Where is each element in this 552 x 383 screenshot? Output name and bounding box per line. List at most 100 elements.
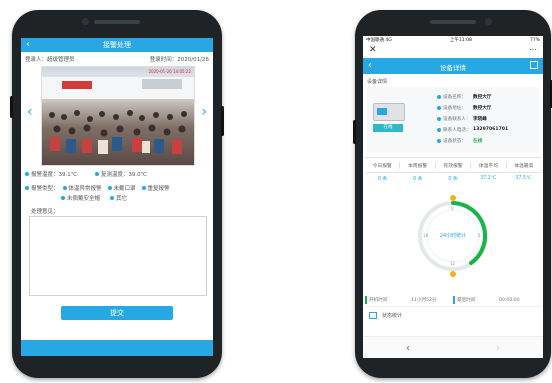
footer-link-row[interactable]: 状态统计 xyxy=(369,312,402,319)
option-other[interactable]: 其它 xyxy=(116,194,127,202)
nav-forward-icon[interactable]: › xyxy=(496,343,500,354)
field-row: 设备名称： 数控大厅 xyxy=(437,91,508,102)
bottom-bar xyxy=(21,340,213,356)
device-fields: 设备名称： 数控大厅 设备地址： 数控大厅 设备联系人： 李晓峰 联系人电话： … xyxy=(437,91,508,146)
volume-button xyxy=(10,96,13,118)
bottom-nav: ‹ › xyxy=(363,336,543,358)
option-no-mask[interactable]: 未戴口罩 xyxy=(114,184,136,192)
field-value: 在线 xyxy=(473,138,483,144)
bullet-icon xyxy=(94,172,99,176)
stats-value-row: 0 条 0 条 0 条 37.2℃ 37.5℃ xyxy=(365,173,541,183)
stat-header: 体温平均 xyxy=(471,161,507,169)
tab-last-time-value: 00:00:00 xyxy=(499,297,520,303)
field-label: 联系人电话： xyxy=(443,127,471,133)
note-label: 处理意见： xyxy=(31,209,59,215)
note-label-row: 处理意见： xyxy=(31,207,59,215)
app-header: ‹ 设备详情 xyxy=(363,58,543,74)
crowd-image xyxy=(42,77,194,154)
footer-link[interactable]: 状态统计 xyxy=(382,312,402,319)
stat-header: 今日报警 xyxy=(365,161,401,169)
field-row: 设备地址： 数控大厅 xyxy=(437,102,508,113)
gauge-tick-18: 18 xyxy=(423,233,429,238)
section-title: 设备详情 xyxy=(367,79,388,85)
field-label: 设备地址： xyxy=(443,105,466,111)
stats-icon xyxy=(369,312,377,319)
name-icon xyxy=(437,94,441,99)
alarm-type-options: 报警类型： 体温异常报警 未戴口罩 重复报警 xyxy=(25,184,211,192)
tab-start-time-value: 11小时52分 xyxy=(411,298,437,303)
field-value[interactable]: 13297061701 xyxy=(473,127,508,132)
gauge-tick-12: 12 xyxy=(450,261,456,266)
device-screen xyxy=(377,108,387,115)
battery: 77% xyxy=(529,37,540,43)
field-label: 设备联系人： xyxy=(443,116,471,122)
close-icon[interactable]: ✕ xyxy=(369,45,377,55)
location-icon xyxy=(437,105,441,110)
right-screen: 中国联通 4G 上午11:08 77% ✕ ⋯ ‹ 设备详情 设备详情 在线 设… xyxy=(363,36,543,358)
device-status-badge: 在线 xyxy=(373,124,403,132)
radio-icon[interactable] xyxy=(107,186,112,190)
field-row: 联系人电话： 13297061701 xyxy=(437,124,508,135)
speaker-grille xyxy=(430,20,476,24)
meta-row: 登录人：超级管理员 登录时间：2020/01/26 xyxy=(25,55,209,63)
tab-start-time-label[interactable]: 开机时间 xyxy=(369,297,411,303)
stat-value: 0 条 xyxy=(413,176,423,182)
radio-icon[interactable] xyxy=(110,196,115,200)
option-repeat[interactable]: 重复报警 xyxy=(148,184,170,192)
tab-marker xyxy=(365,296,367,304)
nav-back-icon[interactable]: ‹ xyxy=(406,343,410,354)
power-button xyxy=(221,106,224,136)
submit-button[interactable]: 提交 xyxy=(61,306,173,320)
app-header: ‹ 接警处理 xyxy=(21,38,213,52)
field-label: 设备状态： xyxy=(443,138,466,144)
retest-temp: 复测温度：39.0℃ xyxy=(100,172,147,178)
alarm-type-options-row2: 未佩戴安全帽 其它 xyxy=(61,194,211,202)
readings-row: 报警温度：39.1℃ 复测温度：39.0℃ xyxy=(25,170,209,178)
front-camera xyxy=(485,18,492,25)
note-textarea[interactable] xyxy=(29,216,207,296)
stat-value: 37.2℃ xyxy=(480,175,497,181)
volume-button xyxy=(353,120,356,144)
gauge-tick-6: 6 xyxy=(478,233,481,238)
stat-header: 体温最高 xyxy=(514,163,534,169)
more-icon[interactable]: ⋯ xyxy=(529,45,537,54)
field-value: 李晓峰 xyxy=(473,116,487,122)
alarm-photo[interactable]: 2020-01-26 14:05:22 xyxy=(42,67,194,165)
device-card: 在线 设备名称： 数控大厅 设备地址： 数控大厅 设备联系人： 李晓峰 联系人电… xyxy=(367,87,539,153)
field-row: 设备联系人： 李晓峰 xyxy=(437,113,508,124)
radio-icon[interactable] xyxy=(62,186,67,190)
radio-icon[interactable] xyxy=(61,196,65,200)
stat-header: 有效报警 xyxy=(436,161,472,169)
stat-value: 0 条 xyxy=(377,176,388,182)
gauge-tick-0: 0 xyxy=(451,206,454,211)
time-tabs: 开机时间 11小时52分 最后时间 00:00:00 xyxy=(365,294,541,307)
field-label: 设备名称： xyxy=(443,94,466,100)
photo-timestamp: 2020-01-26 14:05:22 xyxy=(148,69,191,74)
handler-label: 登录人：超级管理员 xyxy=(25,57,75,63)
gauge-24h: 24小时统计 0 6 12 18 xyxy=(403,186,503,286)
tab-last-time-label[interactable]: 最后时间 xyxy=(457,297,499,303)
alarm-temp: 报警温度：39.1℃ xyxy=(31,172,77,178)
status-icon xyxy=(437,138,441,143)
status-bar: 中国联通 4G 上午11:08 77% xyxy=(366,37,540,44)
bullet-icon xyxy=(25,172,29,176)
page-title: 接警处理 xyxy=(103,41,131,49)
left-screen: ‹ 接警处理 登录人：超级管理员 登录时间：2020/01/26 2020-01… xyxy=(21,38,213,356)
field-value: 数控大厅 xyxy=(473,94,492,100)
field-row: 设备状态： 在线 xyxy=(437,135,508,146)
next-photo-icon[interactable]: › xyxy=(201,104,207,120)
tab-marker xyxy=(453,296,455,304)
field-value: 数控大厅 xyxy=(473,105,492,111)
prev-photo-icon[interactable]: ‹ xyxy=(27,104,33,120)
option-fever[interactable]: 体温异常报警 xyxy=(69,184,102,192)
option-no-helmet[interactable]: 未佩戴安全帽 xyxy=(67,194,100,202)
refresh-icon[interactable] xyxy=(530,61,538,69)
radio-icon[interactable] xyxy=(141,186,146,190)
device-image xyxy=(373,103,405,121)
contact-icon xyxy=(437,116,441,121)
login-time-label: 登录时间：2020/01/26 xyxy=(149,57,209,63)
speaker-grille xyxy=(94,20,140,24)
alarm-photo-frame: 2020-01-26 14:05:22 xyxy=(41,66,195,166)
alarm-type-label: 报警类型： xyxy=(31,186,59,192)
stat-value: 0 条 xyxy=(448,176,458,182)
